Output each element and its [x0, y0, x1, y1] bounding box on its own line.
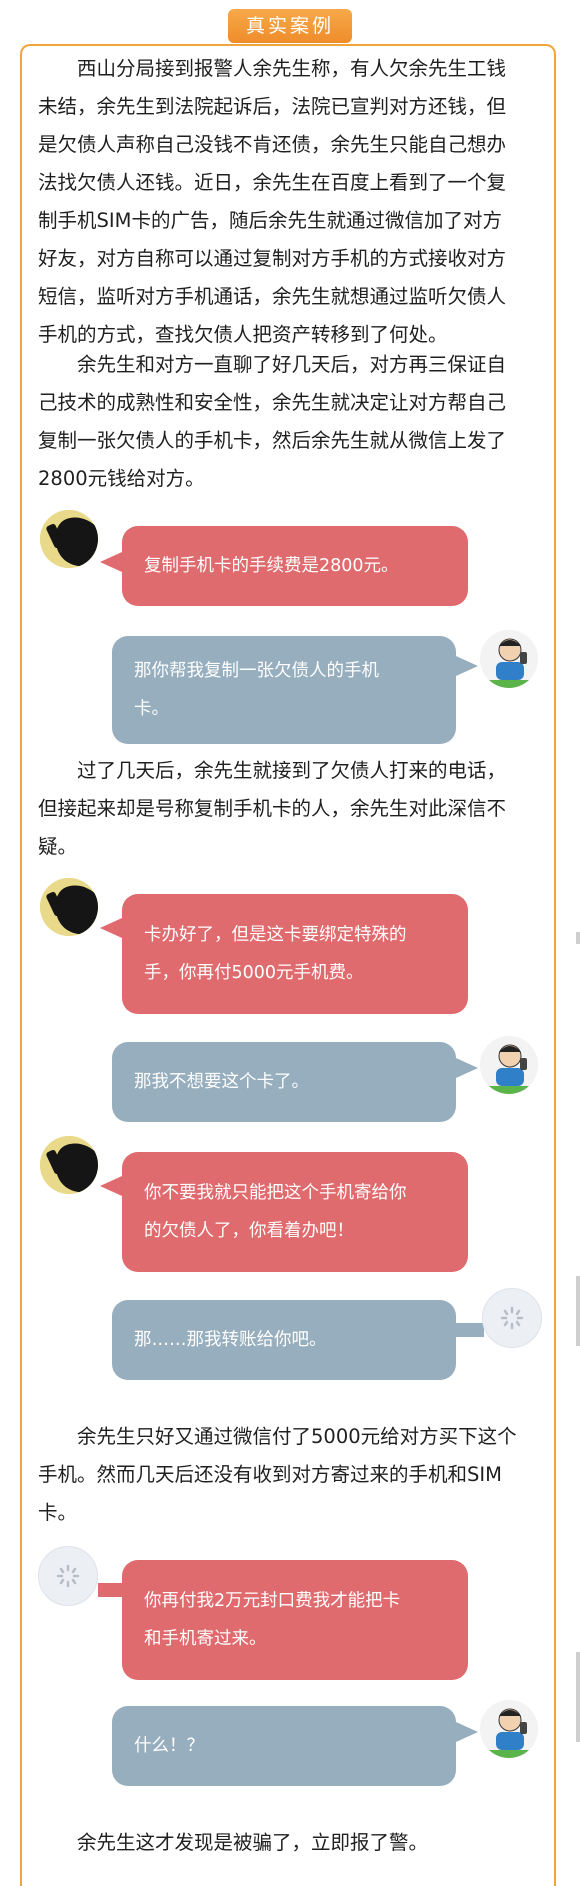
scammer-message: 你不要我就只能把这个手机寄给你 的欠债人了，你看着办吧！ [122, 1152, 468, 1272]
paragraph-2: 余先生和对方一直聊了好几天后，对方再三保证自 己技术的成熟性和安全性，余先生就决… [38, 346, 543, 498]
victim-avatar-icon [480, 630, 538, 688]
bubble-tail [100, 552, 122, 572]
message-line: 你不要我就只能把这个手机寄给你 [144, 1183, 407, 1203]
text-line: 但接起来却是号称复制手机卡的人，余先生对此深信不 [38, 797, 507, 820]
bubble-tail [98, 1583, 124, 1597]
message-line: 那你帮我复制一张欠债人的手机 [134, 661, 379, 681]
text-line: 疑。 [38, 835, 78, 858]
message-line: 卡办好了，但是这卡要绑定特殊的 [144, 925, 407, 945]
message-line: 那我不想要这个卡了。 [134, 1072, 309, 1092]
victim-message: 那你帮我复制一张欠债人的手机 卡。 [112, 636, 456, 744]
message-line: 的欠债人了，你看着办吧！ [144, 1221, 354, 1241]
text-line: 己技术的成熟性和安全性，余先生就决定让对方帮自己 [38, 391, 507, 414]
victim-message: 那我不想要这个卡了。 [112, 1042, 456, 1122]
text-line: 余先生和对方一直聊了好几天后，对方再三保证自 [77, 353, 507, 376]
loading-spinner-icon [482, 1288, 542, 1348]
message-line: 卡。 [134, 699, 169, 719]
paragraph-3: 过了几天后，余先生就接到了欠债人打来的电话， 但接起来却是号称复制手机卡的人，余… [38, 752, 543, 866]
scammer-avatar-icon [40, 1136, 98, 1194]
text-line: 余先生只好又通过微信付了5000元给对方买下这个 [77, 1425, 517, 1448]
text-line: 短信，监听对方手机通话，余先生就想通过监听欠债人 [38, 285, 507, 308]
message-line: 手，你再付5000元手机费。 [144, 963, 364, 983]
message-line: 和手机寄过来。 [144, 1629, 267, 1649]
paragraph-4: 余先生只好又通过微信付了5000元给对方买下这个 手机。然而几天后还没有收到对方… [38, 1418, 543, 1532]
scroll-marker [576, 932, 580, 944]
text-line: 余先生这才发现是被骗了，立即报了警。 [77, 1831, 429, 1854]
text-line: 未结，余先生到法院起诉后，法院已宣判对方还钱，但 [38, 95, 507, 118]
text-line: 卡。 [38, 1501, 78, 1524]
scammer-avatar-icon [40, 510, 98, 568]
text-line: 西山分局接到报警人余先生称，有人欠余先生工钱 [77, 57, 507, 80]
victim-message: 那……那我转账给你吧。 [112, 1300, 456, 1380]
victim-avatar-icon [480, 1700, 538, 1758]
bubble-tail [456, 1058, 478, 1078]
message-line: 你再付我2万元封口费我才能把卡 [144, 1591, 401, 1611]
section-title: 真实案例 [228, 9, 352, 43]
victim-message: 什么！？ [112, 1706, 456, 1786]
text-line: 2800元钱给对方。 [38, 467, 205, 490]
scammer-message: 复制手机卡的手续费是2800元。 [122, 526, 468, 606]
text-line: 是欠债人声称自己没钱不肯还债，余先生只能自己想办 [38, 133, 507, 156]
victim-avatar-icon [480, 1036, 538, 1094]
scammer-message: 卡办好了，但是这卡要绑定特殊的 手，你再付5000元手机费。 [122, 894, 468, 1014]
text-line: 复制一张欠债人的手机卡，然后余先生就从微信上发了 [38, 429, 507, 452]
text-line: 好友，对方自称可以通过复制对方手机的方式接收对方 [38, 247, 507, 270]
bubble-tail [100, 1176, 122, 1196]
scammer-message: 你再付我2万元封口费我才能把卡 和手机寄过来。 [122, 1560, 468, 1680]
scroll-marker [576, 1652, 580, 1742]
message-line: 什么！？ [134, 1736, 204, 1756]
bubble-tail [456, 656, 478, 676]
text-line: 制手机SIM卡的广告，随后余先生就通过微信加了对方 [38, 209, 502, 232]
bubble-tail [100, 918, 122, 938]
message-line: 复制手机卡的手续费是2800元。 [144, 556, 399, 576]
paragraph-5: 余先生这才发现是被骗了，立即报了警。 [38, 1824, 543, 1862]
text-line: 过了几天后，余先生就接到了欠债人打来的电话， [77, 759, 507, 782]
bubble-tail [456, 1722, 478, 1742]
paragraph-1: 西山分局接到报警人余先生称，有人欠余先生工钱 未结，余先生到法院起诉后，法院已宣… [38, 50, 543, 354]
text-line: 法找欠债人还钱。近日，余先生在百度上看到了一个复 [38, 171, 507, 194]
message-line: 那……那我转账给你吧。 [134, 1330, 327, 1350]
scammer-avatar-icon [40, 878, 98, 936]
text-line: 手机。然而几天后还没有收到对方寄过来的手机和SIM [38, 1463, 502, 1486]
scroll-marker [576, 1276, 580, 1346]
loading-spinner-icon [38, 1546, 98, 1606]
bubble-tail [456, 1323, 484, 1337]
